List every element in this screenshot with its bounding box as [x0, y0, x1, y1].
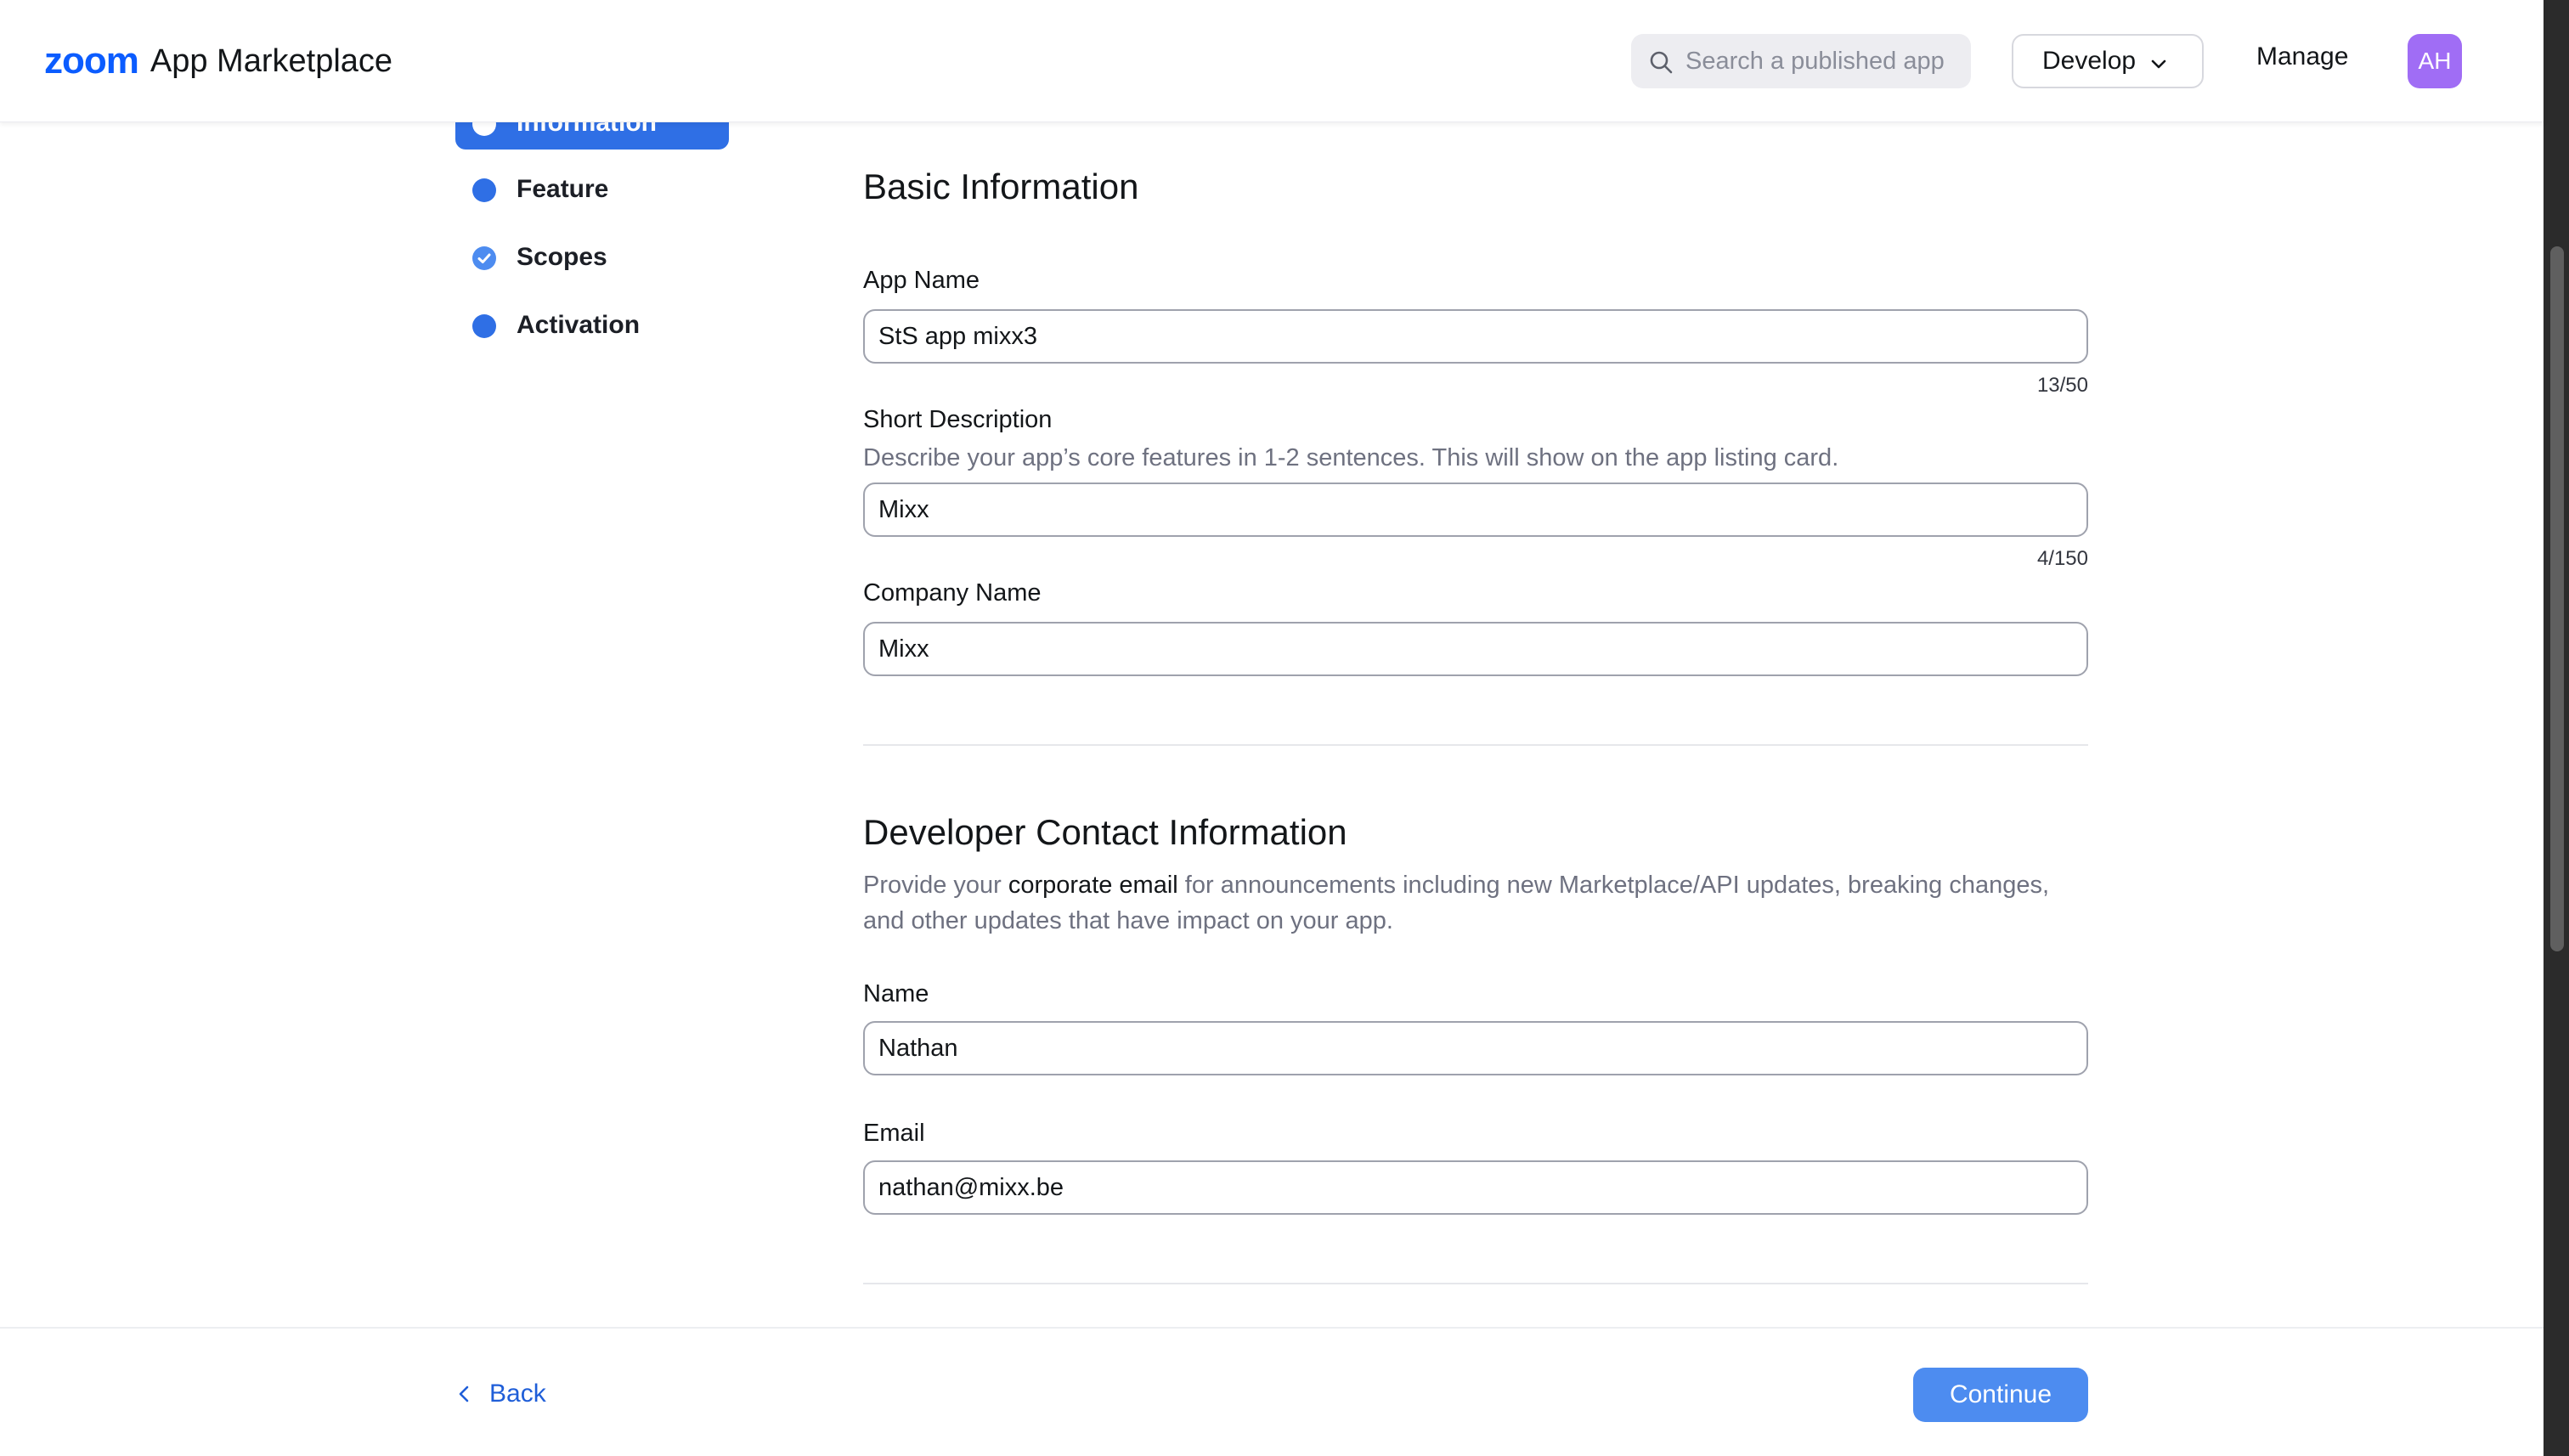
step-check-icon	[472, 246, 496, 270]
basic-information-title: Basic Information	[863, 166, 1139, 206]
step-feature[interactable]: Feature	[455, 170, 729, 212]
section-divider	[863, 1283, 2088, 1284]
step-scopes[interactable]: Scopes	[455, 238, 729, 280]
search-box[interactable]	[1631, 34, 1971, 88]
top-header: zoom App Marketplace Develop Manage AH	[0, 0, 2544, 122]
contact-name-input[interactable]	[863, 1021, 2088, 1075]
short-description-help: Describe your app’s core features in 1-2…	[863, 444, 1839, 471]
help-emphasis: corporate email	[1008, 872, 1178, 899]
develop-label: Develop	[2042, 47, 2137, 75]
step-activation-label: Activation	[517, 311, 641, 339]
step-scopes-label: Scopes	[517, 243, 607, 271]
zoom-logo: zoom	[44, 40, 139, 82]
app-name-input[interactable]	[863, 309, 2088, 364]
developer-contact-title: Developer Contact Information	[863, 812, 1347, 852]
back-label: Back	[489, 1380, 546, 1408]
step-activation[interactable]: Activation	[455, 306, 729, 348]
app-page: Information Feature Scopes Activation Ba…	[0, 0, 2569, 1456]
short-description-counter: 4/150	[2036, 547, 2088, 570]
contact-name-label: Name	[863, 980, 929, 1007]
chevron-down-icon	[2151, 59, 2166, 69]
develop-dropdown[interactable]: Develop	[2012, 34, 2204, 88]
developer-contact-help: Provide your corporate email for announc…	[863, 867, 2088, 939]
contact-email-label: Email	[863, 1120, 925, 1147]
contact-email-input[interactable]	[863, 1160, 2088, 1215]
app-name-label: App Name	[863, 267, 980, 294]
back-button[interactable]: Back	[455, 1380, 546, 1408]
company-name-input[interactable]	[863, 622, 2088, 676]
manage-link[interactable]: Manage	[2256, 42, 2348, 71]
short-description-input[interactable]	[863, 483, 2088, 537]
company-name-label: Company Name	[863, 579, 1042, 607]
form-footer: Back Continue	[0, 1327, 2544, 1456]
avatar[interactable]: AH	[2408, 34, 2462, 88]
step-dot-icon	[472, 178, 496, 202]
logo-text: App Marketplace	[150, 42, 393, 79]
scrollbar-thumb[interactable]	[2550, 246, 2564, 951]
continue-button[interactable]: Continue	[1913, 1368, 2088, 1422]
help-prefix: Provide your	[863, 872, 1008, 899]
short-description-label: Short Description	[863, 406, 1053, 433]
section-divider	[863, 744, 2088, 746]
chevron-left-icon	[459, 1385, 469, 1402]
step-dot-icon	[472, 314, 496, 338]
search-input[interactable]	[1685, 41, 1957, 82]
zoom-app-marketplace-logo[interactable]: zoom App Marketplace	[44, 37, 392, 85]
step-feature-label: Feature	[517, 175, 609, 203]
search-icon	[1650, 51, 1673, 74]
app-name-counter: 13/50	[2036, 374, 2088, 397]
